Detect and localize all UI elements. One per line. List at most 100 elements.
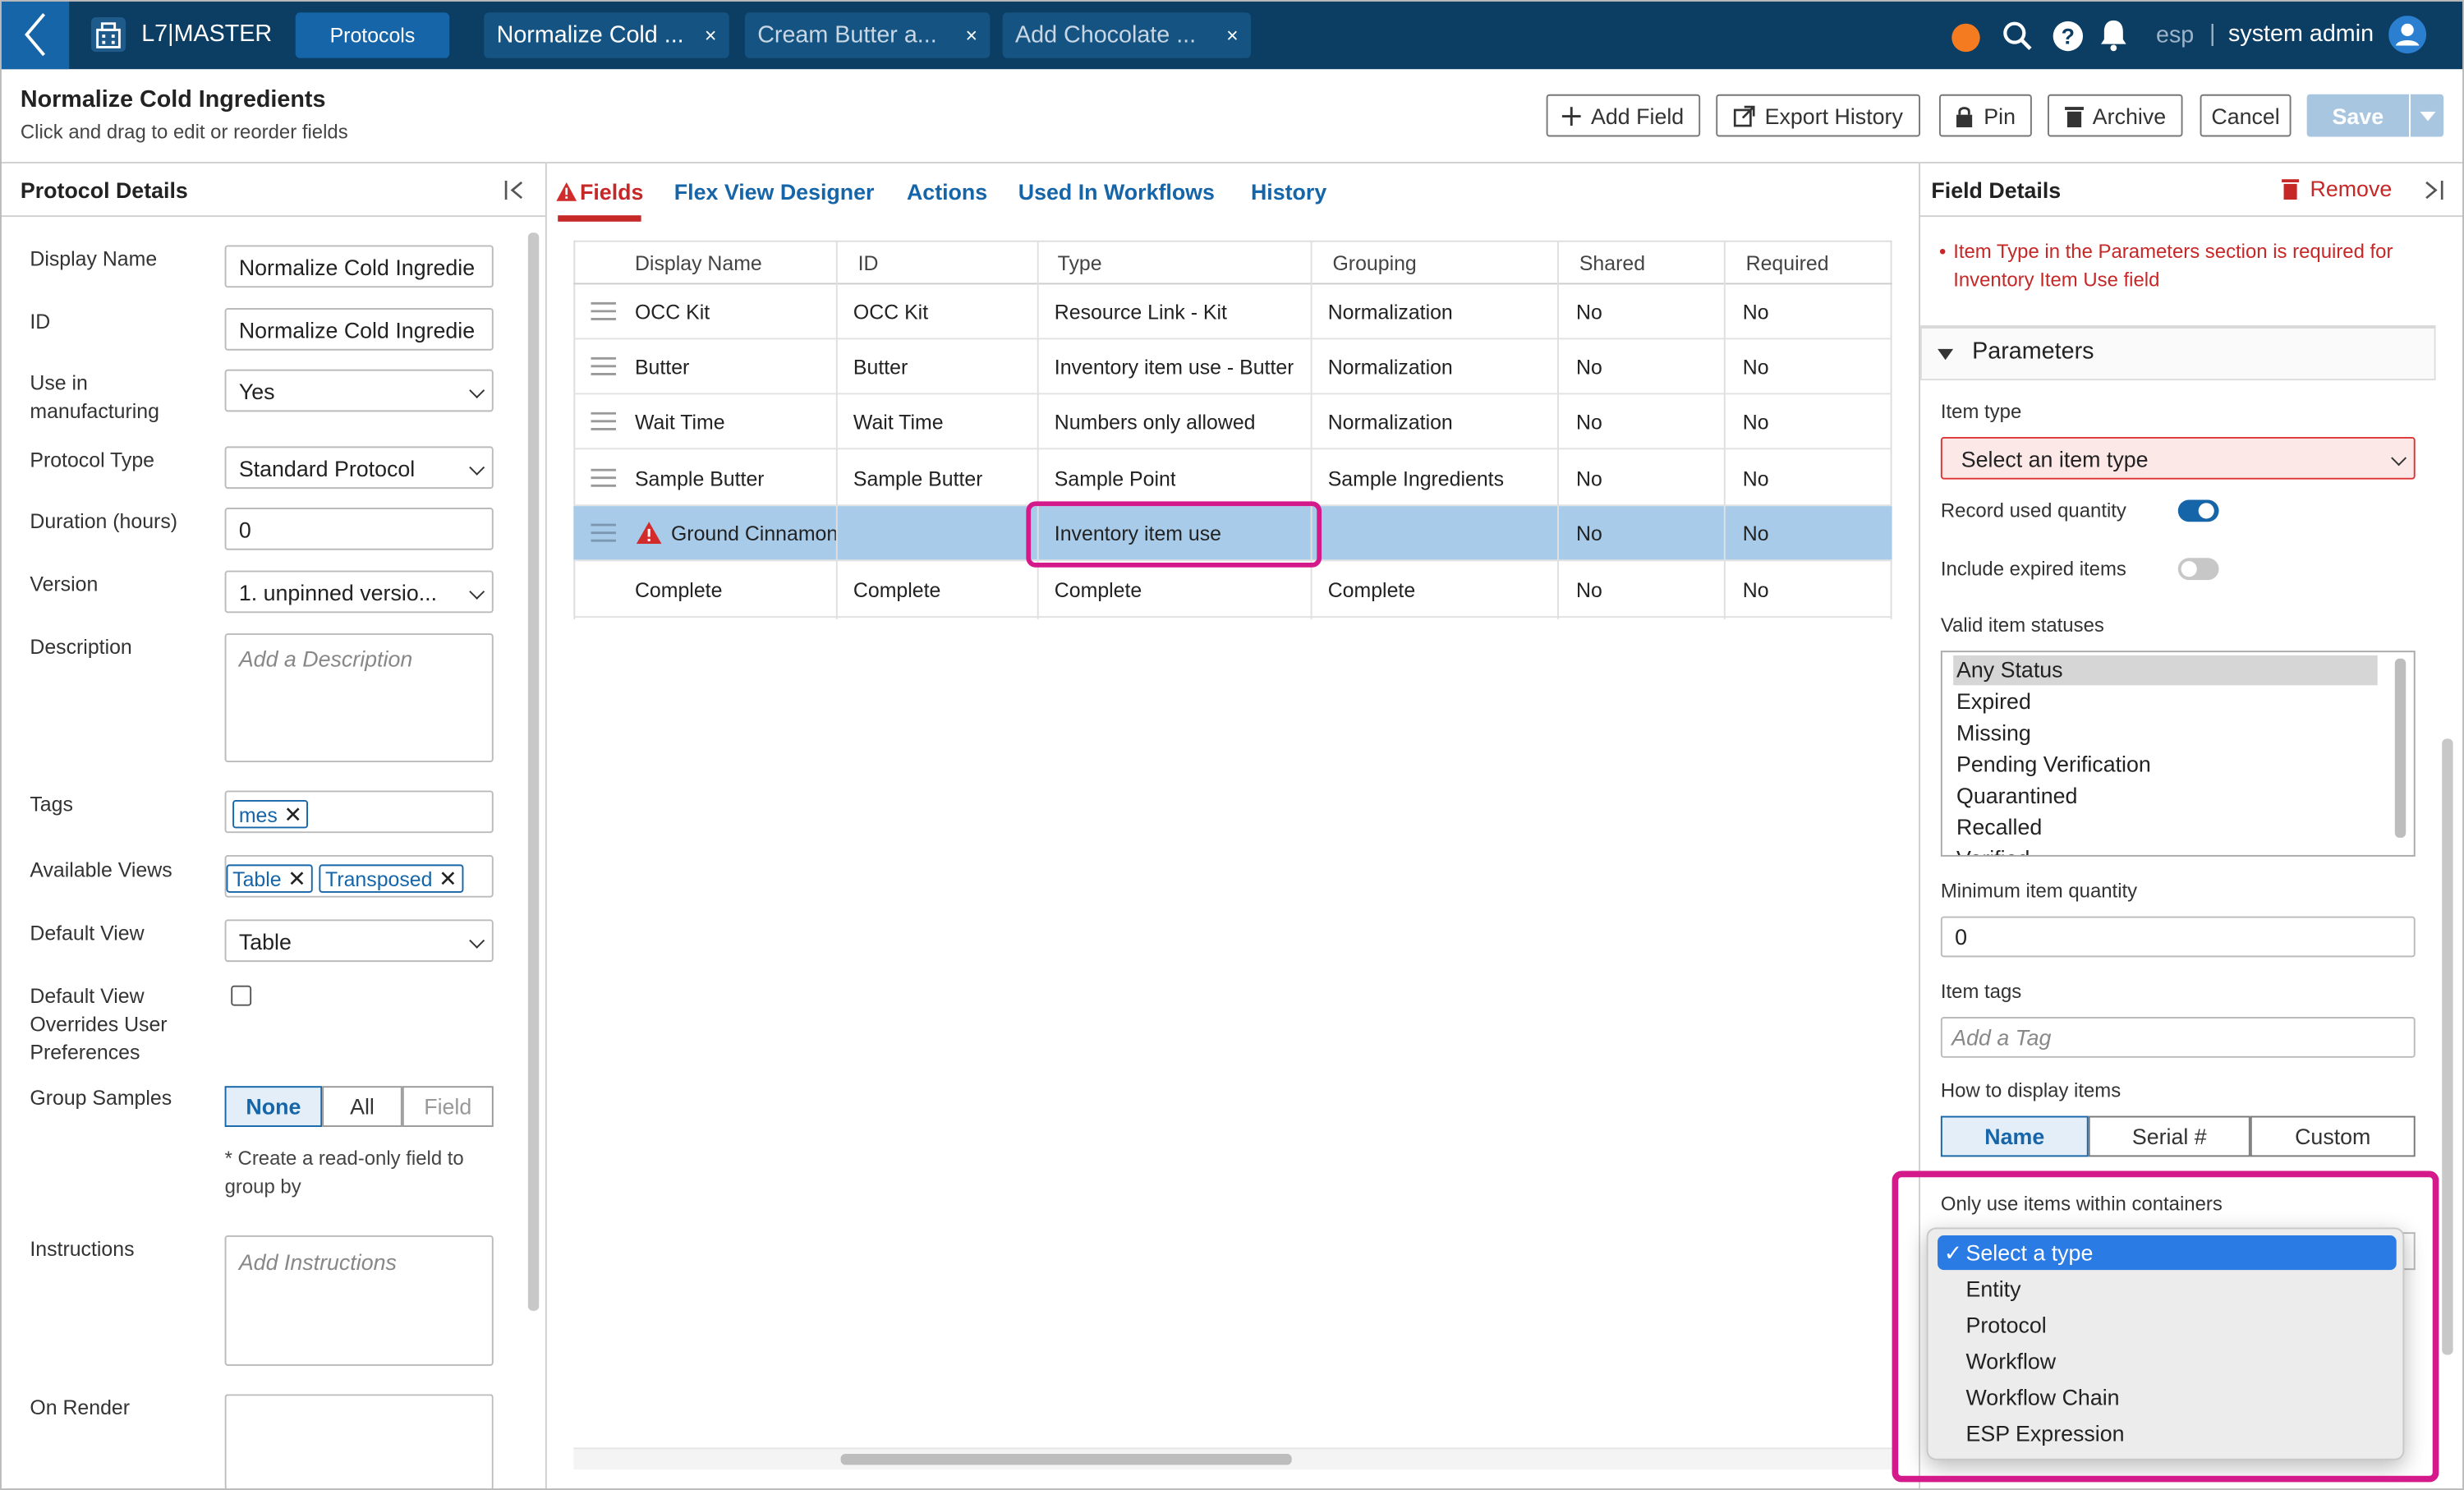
status-option[interactable]: Verified [1956,845,2030,854]
external-link-icon [1733,104,1755,126]
collapse-right-icon[interactable] [2421,179,2443,209]
table-row[interactable]: Sample Butter Sample Butter Sample Point… [573,451,1892,507]
remove-view-icon[interactable]: ✕ [439,865,457,892]
column-header[interactable]: Type [1058,241,1102,285]
close-icon[interactable]: × [705,24,717,48]
cell-grouping: Normalization [1327,410,1453,435]
tab-fields[interactable]: Fields [580,179,643,205]
pin-button[interactable]: Pin [1938,94,2032,137]
table-row[interactable]: Butter Butter Inventory item use - Butte… [573,339,1892,395]
instructions-textarea[interactable]: Add Instructions [224,1235,494,1366]
protocol-type-select[interactable]: Standard Protocol [224,446,494,490]
status-option[interactable]: Pending Verification [1956,752,2151,777]
tab-flex-view-designer[interactable]: Flex View Designer [674,179,875,205]
display-name-input[interactable]: Normalize Cold Ingredie [224,245,494,288]
display-custom-option[interactable]: Custom [2250,1115,2416,1157]
collapse-left-icon[interactable] [504,179,526,209]
close-icon[interactable]: × [1226,24,1239,48]
status-option[interactable]: Missing [1956,720,2031,745]
version-select[interactable]: 1. unpinned versio... [224,570,494,614]
column-header[interactable]: ID [858,241,879,285]
tab-add-chocolate[interactable]: Add Chocolate ... × [1002,12,1251,58]
export-history-button[interactable]: Export History [1716,94,1921,137]
drag-handle-icon[interactable] [591,523,616,542]
divider [0,162,2464,164]
default-view-overrides-checkbox[interactable] [231,985,252,1006]
add-field-label: Add Field [1591,103,1685,128]
drag-handle-icon[interactable] [591,412,616,430]
on-render-label: On Render [30,1396,131,1419]
item-type-select[interactable]: Select an item type [1940,436,2416,480]
listbox-scrollbar[interactable] [2394,658,2407,838]
tab-history[interactable]: History [1251,179,1326,205]
tab-actions[interactable]: Actions [907,179,987,205]
table-row[interactable]: Complete Complete Complete Complete No N… [573,563,1892,619]
valid-statuses-listbox[interactable]: Any Status Expired Missing Pending Verif… [1940,651,2416,857]
version-label: Version [30,572,99,596]
cell-grouping: Normalization [1327,300,1453,324]
record-used-quantity-toggle[interactable] [2177,499,2219,522]
duration-input[interactable]: 0 [224,508,494,550]
status-option[interactable]: Any Status [1956,657,2063,683]
remove-button[interactable]: Remove [2282,176,2392,201]
status-option[interactable]: Expired [1956,688,2031,714]
remove-tag-icon[interactable]: ✕ [283,801,301,828]
cell-display-name: Wait Time [634,410,725,435]
drag-handle-icon[interactable] [591,468,616,487]
column-header[interactable]: Shared [1579,241,1645,285]
save-button[interactable]: Save [2307,94,2409,137]
right-panel-scrollbar[interactable] [2442,738,2453,1355]
drag-handle-icon[interactable] [591,356,616,375]
language-label[interactable]: esp [2156,22,2194,49]
display-name-option[interactable]: Name [1940,1115,2089,1157]
column-header[interactable]: Grouping [1332,241,1416,285]
tab-used-in-workflows[interactable]: Used In Workflows [1018,179,1215,205]
user-avatar-icon[interactable] [2388,16,2427,61]
group-none-option[interactable]: None [224,1086,323,1127]
cancel-button[interactable]: Cancel [2200,94,2292,137]
min-quantity-input[interactable]: 0 [1940,916,2416,958]
table-row[interactable]: OCC Kit OCC Kit Resource Link - Kit Norm… [573,284,1892,340]
tags-input[interactable]: mes ✕ [224,790,494,834]
protocols-button[interactable]: Protocols [295,12,450,58]
tab-cream-butter[interactable]: Cream Butter a... × [744,12,991,58]
status-option[interactable]: Recalled [1956,814,2042,839]
id-input[interactable]: Normalize Cold Ingredie [224,308,494,351]
table-scrollbar-thumb[interactable] [840,1453,1292,1465]
item-tags-input[interactable]: Add a Tag [1940,1017,2416,1058]
available-views-input[interactable]: Table ✕ Transposed ✕ [224,854,494,898]
user-name[interactable]: system admin [2228,21,2374,48]
use-in-manufacturing-select[interactable]: Yes [224,369,494,412]
include-expired-toggle[interactable] [2177,558,2219,581]
validation-error: • Item Type in the Parameters section is… [1939,237,2411,294]
on-render-textarea[interactable] [224,1394,494,1490]
back-button[interactable] [0,0,70,70]
close-icon[interactable]: × [966,24,978,48]
left-panel-scrollbar[interactable] [527,232,540,1311]
app-name: L7|MASTER [141,20,273,48]
archive-button[interactable]: Archive [2047,94,2183,137]
divider [1723,240,1726,619]
column-header[interactable]: Required [1746,241,1829,285]
remove-view-icon[interactable]: ✕ [287,865,306,892]
tab-normalize-cold[interactable]: Normalize Cold ... × [484,12,729,58]
column-header[interactable]: Display Name [635,241,762,285]
status-option[interactable]: Quarantined [1956,783,2077,808]
group-samples-note: * Create a read-only field to group by [224,1147,464,1198]
cell-id: Complete [853,578,941,602]
id-label: ID [30,309,51,333]
search-icon[interactable] [2002,21,2033,60]
save-options-button[interactable] [2411,94,2443,137]
help-icon[interactable]: ? [2053,21,2084,60]
bell-icon[interactable] [2099,19,2127,60]
add-field-button[interactable]: Add Field [1546,94,1701,137]
default-view-select[interactable]: Table [224,919,494,963]
group-all-option[interactable]: All [322,1086,402,1127]
drag-handle-icon[interactable] [591,301,616,320]
cell-type: Resource Link - Kit [1054,300,1227,324]
group-field-option[interactable]: Field [402,1086,494,1127]
divider [835,240,838,619]
display-serial-option[interactable]: Serial # [2088,1115,2250,1157]
description-textarea[interactable]: Add a Description [224,633,494,763]
table-row[interactable]: Wait Time Wait Time Numbers only allowed… [573,394,1892,450]
